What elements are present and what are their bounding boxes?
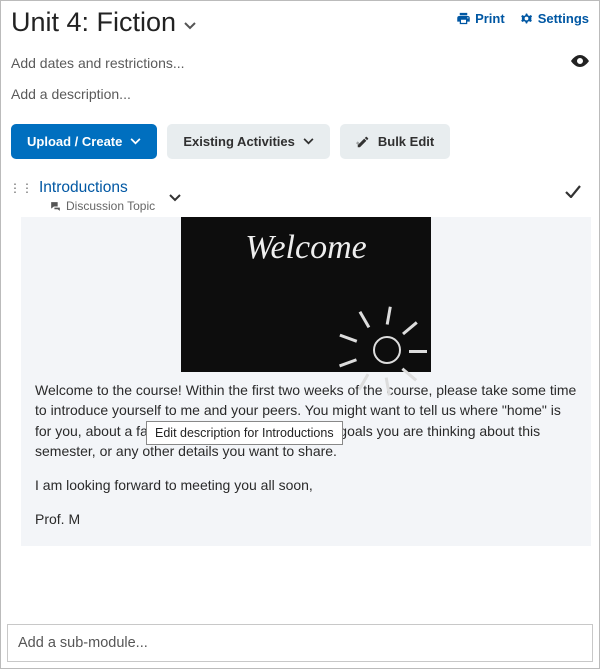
description-row[interactable]: Add a description... (1, 74, 599, 110)
action-toolbar: Upload / Create Existing Activities Bulk… (1, 110, 599, 177)
bulk-edit-label: Bulk Edit (378, 134, 434, 149)
existing-activities-button[interactable]: Existing Activities (167, 124, 330, 159)
print-label: Print (475, 11, 505, 26)
topic-title-link[interactable]: Introductions (39, 179, 128, 196)
header-actions: Print Settings (456, 7, 589, 26)
upload-create-button[interactable]: Upload / Create (11, 124, 157, 159)
print-icon (456, 11, 471, 26)
topic-dropdown-icon[interactable] (169, 189, 181, 207)
chevron-down-icon (303, 138, 314, 145)
topic-header: ⋮⋮ Introductions Discussion Topic (7, 177, 593, 217)
topic-type: Discussion Topic (49, 199, 155, 213)
settings-button[interactable]: Settings (519, 11, 589, 26)
completion-check-icon[interactable] (565, 185, 587, 203)
topic-description[interactable]: Welcome to the course! Within the first … (21, 372, 591, 530)
add-sub-module-input[interactable]: Add a sub-module... (7, 624, 593, 662)
description-placeholder: Add a description... (11, 86, 131, 102)
bulk-edit-button[interactable]: Bulk Edit (340, 124, 450, 159)
edit-description-tooltip: Edit description for Introductions (146, 421, 343, 445)
dates-placeholder: Add dates and restrictions... (11, 55, 185, 71)
topic-content: Welcome Welcome to the course! Within th… (21, 217, 591, 546)
print-button[interactable]: Print (456, 11, 505, 26)
drag-handle-icon[interactable]: ⋮⋮ (7, 179, 39, 193)
topic-item: ⋮⋮ Introductions Discussion Topic Welcom… (7, 177, 593, 546)
upload-create-label: Upload / Create (27, 134, 122, 149)
topic-title-group: Introductions Discussion Topic (39, 179, 155, 213)
settings-label: Settings (538, 11, 589, 26)
topic-paragraph-2: I am looking forward to meeting you all … (35, 475, 577, 495)
title-dropdown-icon[interactable] (184, 17, 196, 35)
topic-type-label: Discussion Topic (66, 199, 155, 213)
discussion-icon (49, 200, 62, 213)
topic-signature: Prof. M (35, 509, 577, 529)
welcome-image-text: Welcome (181, 229, 431, 267)
visibility-icon[interactable] (571, 54, 589, 72)
page-title[interactable]: Unit 4: Fiction (11, 7, 176, 38)
welcome-image: Welcome (181, 217, 431, 372)
chevron-down-icon (130, 138, 141, 145)
bulk-edit-icon (356, 135, 370, 149)
page-header: Unit 4: Fiction Print Settings (1, 1, 599, 40)
dates-restrictions-row[interactable]: Add dates and restrictions... (1, 40, 599, 74)
sun-drawing (373, 336, 401, 364)
sub-module-placeholder: Add a sub-module... (18, 635, 148, 651)
existing-activities-label: Existing Activities (183, 134, 295, 149)
gear-icon (519, 11, 534, 26)
